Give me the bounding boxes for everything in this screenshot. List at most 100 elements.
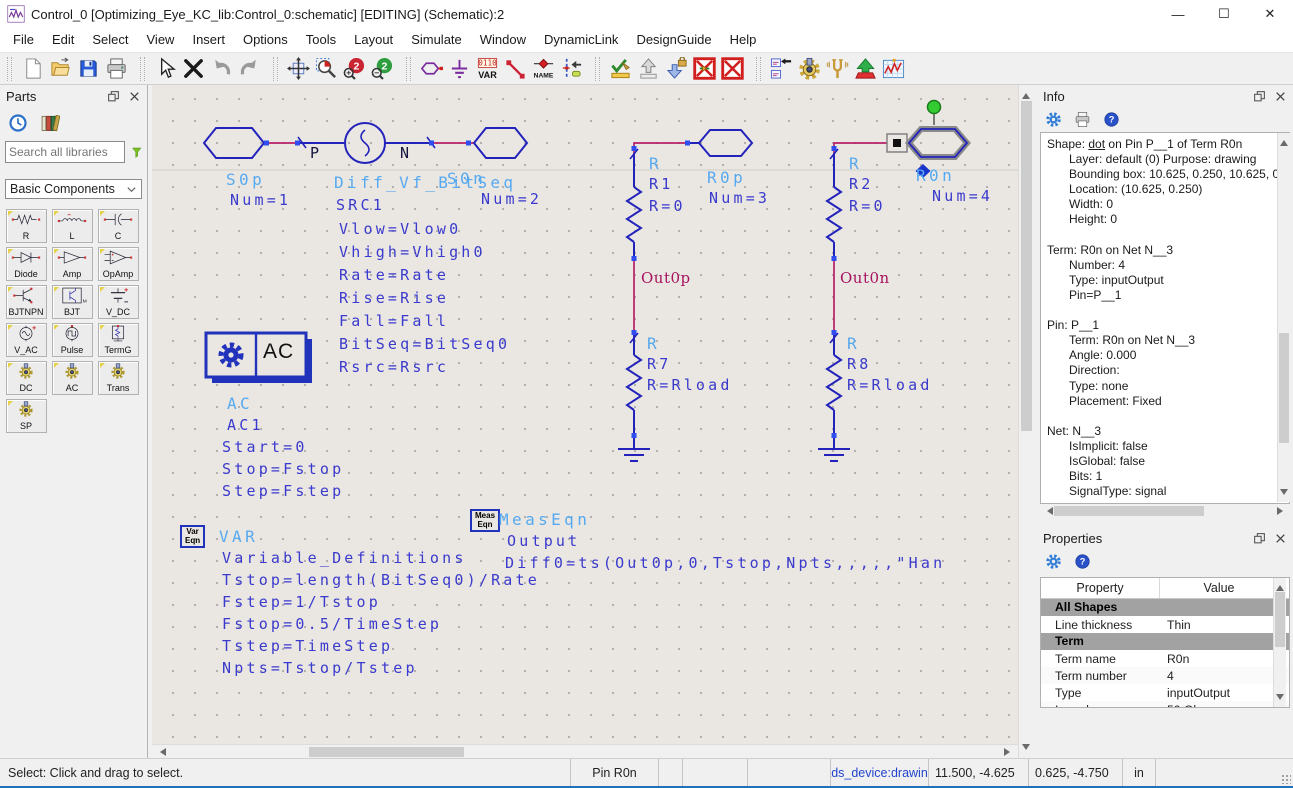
schematic-label[interactable]: BitSeq=BitSeq0 xyxy=(339,335,510,353)
deactivate-short-button[interactable] xyxy=(690,55,718,83)
part-sp[interactable]: SP xyxy=(6,399,47,433)
resistor-r2[interactable] xyxy=(827,146,841,261)
deactivate-open-button[interactable] xyxy=(718,55,746,83)
float-panel-icon[interactable] xyxy=(107,90,120,103)
push-into-hierarchy-button[interactable] xyxy=(767,55,795,83)
info-vscrollbar[interactable] xyxy=(1277,133,1290,502)
schematic-label[interactable]: VAR xyxy=(219,527,258,546)
properties-vscrollbar[interactable] xyxy=(1273,578,1286,707)
schematic-label[interactable]: Rate=Rate xyxy=(339,266,449,284)
toolbar-group-handle[interactable] xyxy=(595,57,600,81)
zoom-area-button[interactable] xyxy=(312,55,340,83)
selection-handle-green[interactable] xyxy=(928,101,941,126)
canvas-vscrollbar[interactable] xyxy=(1018,85,1034,758)
schematic-label[interactable]: Output xyxy=(507,532,580,550)
schematic-label[interactable]: R=Rload xyxy=(647,376,733,394)
edit-instance-button[interactable] xyxy=(606,55,634,83)
schematic-label[interactable]: Variable_Definitions xyxy=(222,549,467,567)
schematic-label[interactable]: R xyxy=(849,154,862,173)
insert-wire-label-button[interactable]: NAME xyxy=(529,55,557,83)
schematic-label[interactable]: Start=0 xyxy=(222,438,308,456)
schematic-label[interactable]: P xyxy=(310,144,320,162)
schematic-label[interactable]: Meas Eqn xyxy=(470,509,500,532)
schematic-label[interactable]: R xyxy=(847,334,860,353)
schematic-label[interactable]: Stop=Fstop xyxy=(222,460,344,478)
schematic-label[interactable]: Tstop=length(BitSeq0)/Rate xyxy=(222,571,540,589)
recent-parts-icon[interactable] xyxy=(8,113,28,133)
maximize-button[interactable]: ☐ xyxy=(1201,0,1247,28)
select-pointer-button[interactable] xyxy=(151,55,179,83)
swap-component-button[interactable] xyxy=(557,55,585,83)
open-button[interactable] xyxy=(46,55,74,83)
ac-controller-block[interactable] xyxy=(206,333,312,383)
schematic-label[interactable]: AC1 xyxy=(227,416,264,434)
part-ac[interactable]: AC xyxy=(52,361,93,395)
schematic-label[interactable]: AC xyxy=(227,394,253,413)
schematic-label[interactable]: Num=3 xyxy=(709,189,770,207)
filter-funnel-icon[interactable] xyxy=(131,144,143,161)
schematic-label[interactable]: R1 xyxy=(649,175,673,193)
insert-wire-button[interactable] xyxy=(501,55,529,83)
property-value[interactable]: 50 Ohm xyxy=(1159,703,1289,709)
minimize-button[interactable]: — xyxy=(1155,0,1201,28)
schematic-label[interactable]: AC xyxy=(263,340,294,364)
port-s0p[interactable] xyxy=(204,128,264,158)
ground-symbol-1[interactable] xyxy=(618,438,650,461)
part-trans[interactable]: Trans xyxy=(98,361,139,395)
port-r0n-selected[interactable] xyxy=(909,129,967,157)
tune-parameters-button[interactable] xyxy=(823,55,851,83)
schematic-label[interactable]: Var Eqn xyxy=(180,525,205,548)
settings-gear-icon[interactable] xyxy=(1045,111,1062,128)
schematic-label[interactable]: Fstep=1/Tstop xyxy=(222,593,381,611)
menu-dynamiclink[interactable]: DynamicLink xyxy=(535,28,627,52)
display-data-button[interactable] xyxy=(851,55,879,83)
resistor-r7[interactable] xyxy=(627,330,641,438)
schematic-label[interactable]: Out0n xyxy=(840,269,890,287)
schematic-label[interactable]: R2 xyxy=(849,175,873,193)
new-file-button[interactable] xyxy=(18,55,46,83)
resize-grip[interactable] xyxy=(1281,774,1291,784)
settings-gear-icon[interactable] xyxy=(1045,553,1062,570)
save-button[interactable] xyxy=(74,55,102,83)
zoom-out-x2-button[interactable]: 2 xyxy=(368,55,396,83)
port-r0p[interactable] xyxy=(699,130,752,156)
part-v_ac[interactable]: V_AC xyxy=(6,323,47,357)
menu-window[interactable]: Window xyxy=(471,28,535,52)
property-value[interactable]: 4 xyxy=(1159,669,1289,683)
menu-options[interactable]: Options xyxy=(234,28,297,52)
close-panel-icon[interactable] xyxy=(1274,90,1287,103)
part-pulse[interactable]: Pulse xyxy=(52,323,93,357)
schematic-label[interactable]: Vlow=Vlow0 xyxy=(339,220,461,238)
part-bjt[interactable]: MBJT xyxy=(52,285,93,319)
part-l[interactable]: L xyxy=(52,209,93,243)
library-browser-icon[interactable] xyxy=(40,113,60,133)
pin-p1-selection-box[interactable] xyxy=(887,134,907,152)
library-select[interactable]: Basic Components xyxy=(5,179,142,199)
toolbar-group-handle[interactable] xyxy=(273,57,278,81)
menu-help[interactable]: Help xyxy=(721,28,766,52)
schematic-label[interactable]: R7 xyxy=(647,355,671,373)
schematic-label[interactable]: R8 xyxy=(847,355,871,373)
menu-designguide[interactable]: DesignGuide xyxy=(627,28,720,52)
menu-simulate[interactable]: Simulate xyxy=(402,28,471,52)
property-value[interactable]: inputOutput xyxy=(1159,686,1289,700)
schematic-label[interactable]: Diff0=ts(Out0p,0,Tstop,Npts,,,,,"Han xyxy=(505,554,945,572)
search-input[interactable] xyxy=(5,141,125,163)
schematic-label[interactable]: Num=2 xyxy=(481,190,542,208)
schematic-label[interactable]: Fstop=0.5/TimeStep xyxy=(222,615,442,633)
part-diode[interactable]: Diode xyxy=(6,247,47,281)
delete-button[interactable] xyxy=(179,55,207,83)
schematic-label[interactable]: Out0p xyxy=(641,269,691,287)
info-hscrollbar[interactable] xyxy=(1040,505,1290,517)
close-panel-icon[interactable] xyxy=(1274,532,1287,545)
resistor-r8[interactable] xyxy=(827,330,841,438)
part-termg[interactable]: TermG xyxy=(98,323,139,357)
insert-port-button[interactable] xyxy=(417,55,445,83)
update-instance-button[interactable] xyxy=(634,55,662,83)
schematic-label[interactable]: Fall=Fall xyxy=(339,312,449,330)
schematic-label[interactable]: MeasEqn xyxy=(499,510,590,529)
schematic-label[interactable]: S0p xyxy=(226,170,265,189)
property-value[interactable]: Thin xyxy=(1159,618,1289,632)
schematic-label[interactable]: SRC1 xyxy=(336,196,385,214)
schematic-label[interactable]: R xyxy=(647,334,660,353)
